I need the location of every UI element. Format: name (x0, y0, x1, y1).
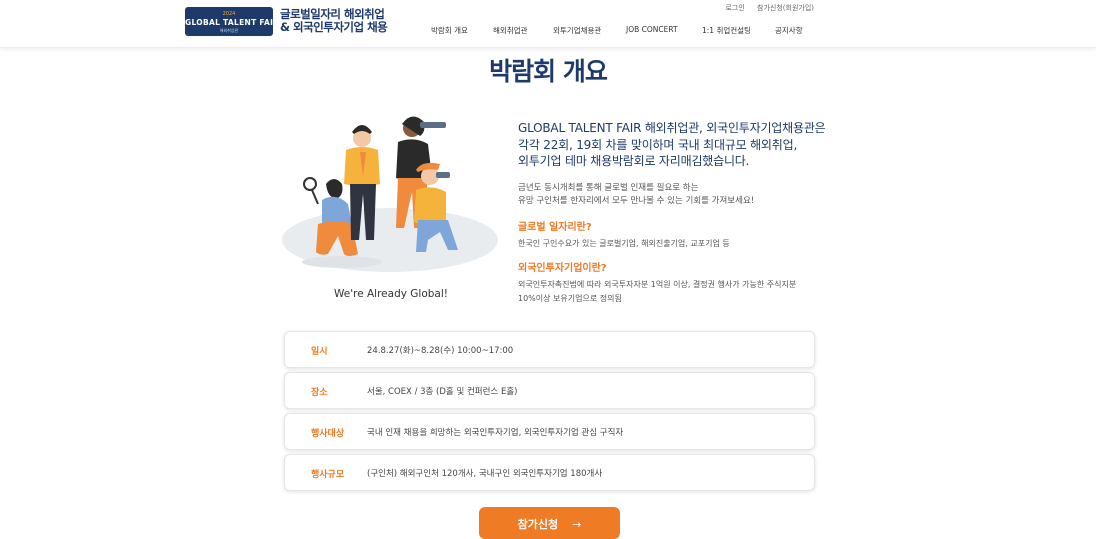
info-row-scale: 행사규모 (구인처) 해외구인처 120개사, 국내구인 외국인투자기업 180… (284, 454, 815, 491)
logo-year: 2024 (222, 11, 236, 17)
info-value: 24.8.27(화)~8.28(수) 10:00~17:00 (367, 346, 514, 356)
answer-line: 10%이상 보유기업으로 정의됨 (518, 293, 622, 303)
intro-headline-line: 외투기업 테마 채용박람회로 자리매김했습니다. (518, 154, 750, 168)
answer-line: 한국인 구인수요가 있는 글로벌기업, 해외진출기업, 교포기업 등 (518, 238, 730, 248)
logo-title-line2: & 외국인투자기업 채용 (280, 20, 388, 34)
illustration-caption: We're Already Global! (334, 288, 448, 300)
info-value: (구인처) 해외구인처 120개사, 국내구인 외국인투자기업 180개사 (367, 469, 603, 479)
arrow-right-icon: → (572, 518, 582, 531)
info-label: 일시 (311, 347, 328, 357)
info-label: 장소 (311, 388, 328, 398)
intro-section: GLOBAL TALENT FAIR 해외취업관, 외국인투자기업채용관은 각각… (518, 120, 828, 305)
question-global-jobs: 글로벌 일자리란? (518, 221, 592, 233)
info-value: 국내 인재 채용을 희망하는 외국인투자기업, 외국인투자기업 관심 구직자 (367, 428, 624, 438)
info-label: 행사대상 (311, 429, 345, 439)
info-row-datetime: 일시 24.8.27(화)~8.28(수) 10:00~17:00 (284, 331, 815, 368)
login-link[interactable]: 로그인 (725, 4, 744, 12)
nav-item-foreign-invest[interactable]: 외투기업채용관 (553, 25, 601, 36)
nav-item-overseas-jobs[interactable]: 해외취업관 (493, 25, 528, 36)
answer-foreign-invest: 외국인투자촉진법에 따라 외국투자자분 1억원 이상, 결정권 행사가 가능한 … (518, 278, 828, 305)
info-row-venue: 장소 서울, COEX / 3층 (D홀 및 컨퍼런스 E홀) (284, 372, 815, 409)
logo-badge[interactable]: 2024 GLOBAL TALENT FAIR 해외취업관 (185, 7, 280, 36)
page-title: 박람회 개요 (489, 57, 608, 86)
logo-title[interactable]: 글로벌일자리 해외취업 & 외국인투자기업 채용 (280, 8, 388, 34)
info-value: 서울, COEX / 3층 (D홀 및 컨퍼런스 E홀) (367, 387, 518, 397)
logo-badge-sub: 해외취업관 (219, 28, 239, 33)
register-link[interactable]: 참가신청(회원가입) (757, 4, 814, 12)
site-header: 2024 GLOBAL TALENT FAIR 해외취업관 글로벌일자리 해외취… (0, 0, 1096, 48)
question-foreign-invest: 외국인투자기업이란? (518, 263, 607, 274)
apply-button[interactable]: 참가신청 → (479, 507, 620, 539)
nav-item-job-concert[interactable]: JOB CONCERT (626, 25, 678, 34)
apply-button-label: 참가신청 (517, 518, 559, 531)
people-illustration (282, 116, 498, 272)
nav-item-overview[interactable]: 박람회 개요 (431, 25, 468, 36)
answer-global-jobs: 한국인 구인수요가 있는 글로벌기업, 해외진출기업, 교포기업 등 (518, 237, 828, 251)
utility-links: 로그인 참가신청(회원가입) (715, 3, 814, 13)
intro-description-line: 유망 구인처를 한자리에서 모두 만나볼 수 있는 기회를 가져보세요! (518, 196, 755, 206)
intro-description: 금년도 동시개최를 통해 글로벌 인재를 필요로 하는 유망 구인처를 한자리에… (518, 182, 828, 209)
intro-headline-line: GLOBAL TALENT FAIR 해외취업관, 외국인투자기업채용관은 (518, 121, 826, 135)
intro-headline-line: 각각 22회, 19회 차를 맞이하며 국내 최대규모 해외취업, (518, 137, 798, 152)
info-label: 행사규모 (311, 470, 345, 480)
intro-headline: GLOBAL TALENT FAIR 해외취업관, 외국인투자기업채용관은 각각… (518, 120, 828, 170)
answer-line: 외국인투자촉진법에 따라 외국투자자분 1억원 이상, 결정권 행사가 가능한 … (518, 280, 797, 289)
nav-item-consulting[interactable]: 1:1 취업컨설팅 (702, 25, 751, 36)
logo-badge-title: GLOBAL TALENT FAIR (185, 18, 280, 27)
nav-item-notice[interactable]: 공지사항 (775, 25, 803, 36)
intro-description-line: 금년도 동시개최를 통해 글로벌 인재를 필요로 하는 (518, 182, 699, 193)
info-row-target: 행사대상 국내 인재 채용을 희망하는 외국인투자기업, 외국인투자기업 관심 … (284, 413, 815, 450)
